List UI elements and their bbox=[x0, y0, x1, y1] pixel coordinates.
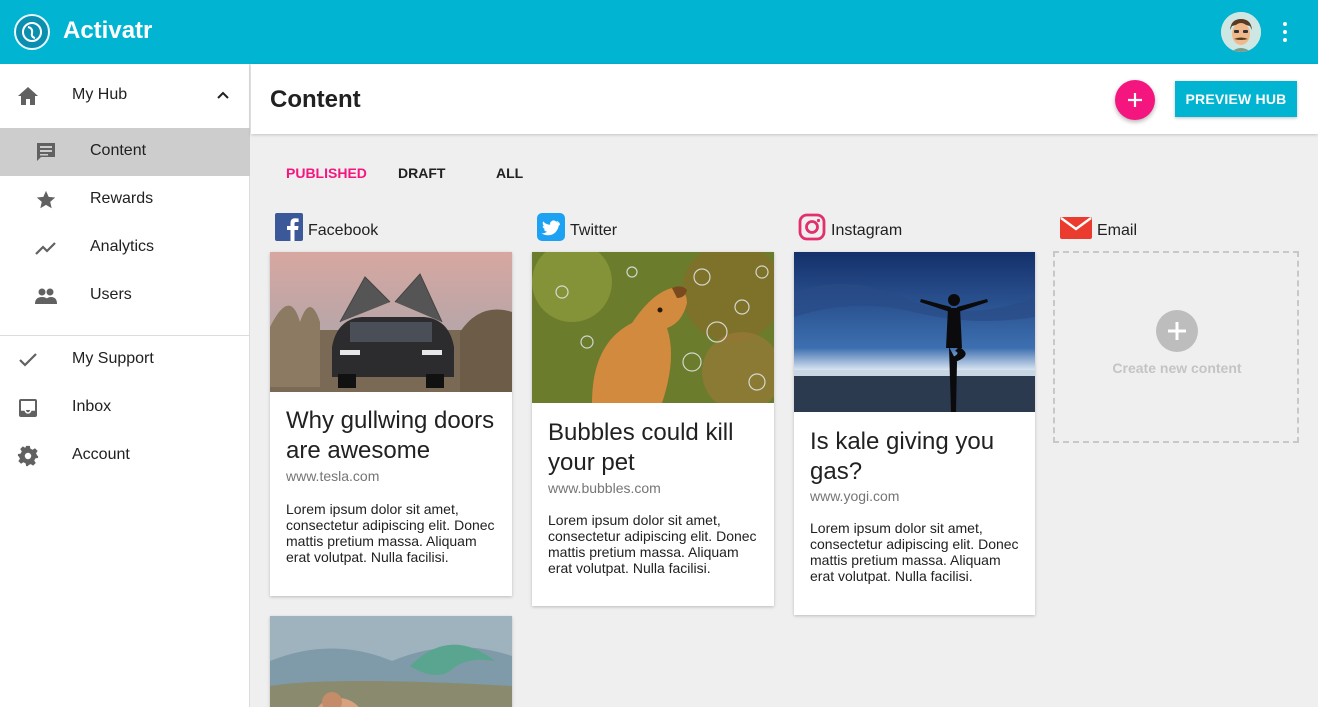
add-circle-icon[interactable] bbox=[1156, 310, 1198, 352]
people-icon bbox=[34, 284, 58, 308]
card-title: Bubbles could kill your pet bbox=[548, 419, 734, 476]
sidebar-item-rewards[interactable]: Rewards bbox=[0, 176, 250, 224]
content-card[interactable]: Is kale giving you gas? www.yogi.com Lor… bbox=[794, 252, 1035, 615]
card-title: Is kale giving you gas? bbox=[810, 428, 995, 485]
sidebar-item-my-support[interactable]: My Support bbox=[0, 336, 250, 384]
card-image-dog bbox=[532, 252, 774, 403]
preview-hub-button[interactable]: PREVIEW HUB bbox=[1175, 81, 1297, 117]
gear-icon bbox=[16, 444, 40, 468]
app-title: Activatr bbox=[63, 17, 153, 44]
check-icon bbox=[16, 348, 40, 372]
user-avatar[interactable] bbox=[1221, 12, 1261, 52]
card-image-car bbox=[270, 252, 512, 392]
tab-draft[interactable]: DRAFT bbox=[398, 165, 445, 181]
card-image-mermaid bbox=[270, 616, 512, 707]
card-url: www.bubbles.com bbox=[548, 480, 661, 496]
sidebar-item-users[interactable]: Users bbox=[0, 272, 250, 320]
content-card[interactable]: Why gullwing doors are awesome www.tesla… bbox=[270, 252, 512, 596]
sidebar-item-label: Content bbox=[90, 142, 147, 159]
tab-published[interactable]: PUBLISHED bbox=[286, 165, 367, 181]
facebook-icon bbox=[275, 213, 303, 241]
inbox-icon bbox=[16, 396, 40, 420]
twitter-icon bbox=[537, 213, 565, 241]
activatr-logo[interactable] bbox=[14, 14, 50, 50]
sidebar-item-content[interactable]: Content bbox=[0, 128, 250, 176]
sidebar-item-label: My Hub bbox=[72, 86, 128, 103]
sidebar-item-inbox[interactable]: Inbox bbox=[0, 384, 250, 432]
channel-label: Twitter bbox=[570, 222, 618, 239]
card-title: Why gullwing doors are awesome bbox=[286, 407, 495, 464]
sidebar-item-label: Account bbox=[72, 446, 130, 463]
star-icon bbox=[34, 188, 58, 212]
sidebar-item-label: Inbox bbox=[72, 398, 112, 415]
message-icon bbox=[34, 140, 58, 164]
plus-icon bbox=[1128, 93, 1142, 107]
content-card[interactable]: Bubbles could kill your pet www.bubbles.… bbox=[532, 252, 774, 606]
channel-label: Facebook bbox=[308, 222, 379, 239]
card-url: www.tesla.com bbox=[286, 468, 380, 484]
instagram-icon bbox=[798, 213, 826, 241]
tab-all[interactable]: ALL bbox=[496, 165, 523, 181]
email-icon bbox=[1060, 217, 1092, 239]
more-vert-icon[interactable] bbox=[1276, 20, 1294, 44]
channel-header-facebook: Facebook bbox=[275, 211, 378, 241]
card-image-yoga bbox=[794, 252, 1035, 412]
channel-header-twitter: Twitter bbox=[537, 211, 617, 241]
sidebar-item-label: Analytics bbox=[90, 238, 155, 255]
sidebar-item-label: My Support bbox=[72, 350, 154, 367]
chevron-up-icon[interactable] bbox=[211, 84, 235, 108]
card-body: Lorem ipsum dolor sit amet, consectetur … bbox=[548, 512, 757, 576]
card-body: Lorem ipsum dolor sit amet, consectetur … bbox=[810, 520, 1019, 584]
app-bar: Activatr bbox=[0, 0, 1318, 64]
channel-header-email: Email bbox=[1060, 211, 1137, 241]
content-card[interactable] bbox=[270, 616, 512, 707]
sidebar-item-account[interactable]: Account bbox=[0, 432, 250, 480]
sidebar-item-analytics[interactable]: Analytics bbox=[0, 224, 250, 272]
sidebar-item-label: Rewards bbox=[90, 190, 154, 207]
card-url: www.yogi.com bbox=[810, 488, 900, 504]
add-content-button[interactable] bbox=[1115, 80, 1155, 120]
create-content-dropzone[interactable]: Create new content bbox=[1053, 251, 1299, 443]
content-header: Content PREVIEW HUB bbox=[251, 64, 1318, 134]
page-title: Content bbox=[270, 86, 361, 113]
home-icon bbox=[16, 84, 40, 108]
sidebar-item-my-hub[interactable]: My Hub bbox=[0, 72, 250, 120]
channel-header-instagram: Instagram bbox=[798, 211, 902, 241]
create-content-label: Create new content bbox=[1112, 360, 1242, 376]
channel-label: Email bbox=[1097, 222, 1138, 239]
channel-label: Instagram bbox=[831, 222, 903, 239]
trending-icon bbox=[34, 236, 58, 260]
sidebar-item-label: Users bbox=[90, 286, 132, 303]
card-body: Lorem ipsum dolor sit amet, consectetur … bbox=[286, 501, 495, 565]
sidebar: My Hub Content Rewards Analytics Users M… bbox=[0, 64, 250, 707]
